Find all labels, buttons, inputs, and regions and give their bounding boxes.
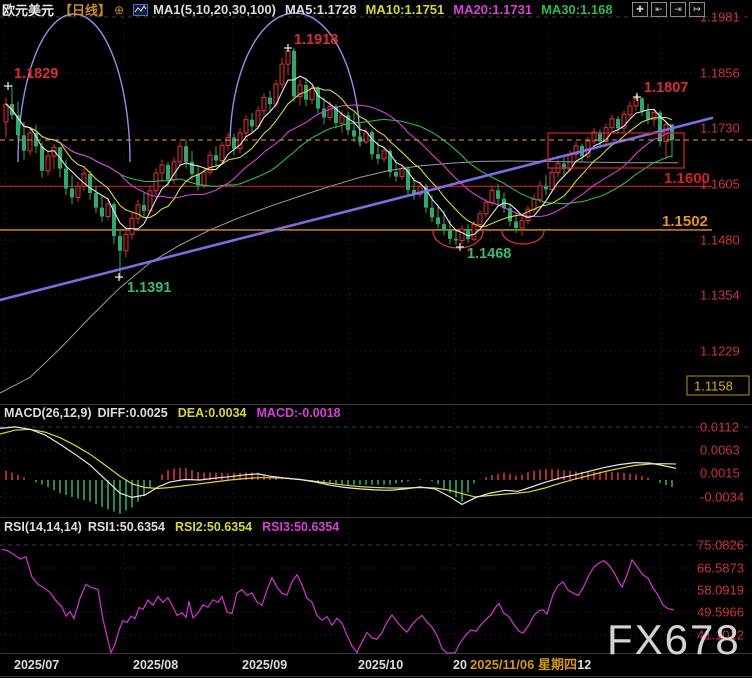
candlestick-chart-icon[interactable] xyxy=(133,4,148,16)
high-price-label: 1.1918 xyxy=(294,32,338,48)
high-price-label: 1.1829 xyxy=(14,66,58,82)
ma5-value: MA5:1.1728 xyxy=(285,2,357,17)
rsi3-value: RSI3:50.6354 xyxy=(262,520,339,534)
circle-plus-icon[interactable]: ⊕ xyxy=(114,3,124,17)
price-axis-tick: 1.1229 xyxy=(700,344,740,359)
price-axis-layer: 1.1981 1.1856 1.1730 1.1605 1.1480 1.1354 1.12… xyxy=(687,10,749,643)
macd-value: MACD:-0.0018 xyxy=(257,406,341,420)
rsi-axis-tick: 75.0826 xyxy=(697,538,744,553)
price-axis-tick: 1.1605 xyxy=(700,177,740,192)
ma30-value: MA30:1.168 xyxy=(541,2,613,17)
low-price-label: 1.1468 xyxy=(467,246,511,262)
macd-axis-tick: 0.0015 xyxy=(700,466,740,481)
x-axis-month-label: 2025/10 xyxy=(358,658,403,672)
grid-layer xyxy=(0,17,752,677)
rsi-axis-tick: 66.5873 xyxy=(697,561,744,576)
x-axis-month-label: 2025/07 xyxy=(14,658,59,672)
x-axis-month-label: 2025/08 xyxy=(133,658,178,672)
price-axis-tick: 1.1730 xyxy=(700,121,740,136)
macd-diff-value: DIFF:0.0025 xyxy=(98,406,168,420)
price-chart-canvas[interactable]: 1.18291.19181.18071.13911.14681.16001.15… xyxy=(0,0,752,678)
low-price-label: 1.1391 xyxy=(127,280,171,296)
macd-axis-tick: 0.0112 xyxy=(700,420,739,435)
rsi-axis-tick: 58.0919 xyxy=(697,583,744,598)
price-axis-tick: 1.1354 xyxy=(700,288,740,303)
macd-title: MACD(26,12,9) xyxy=(4,406,92,420)
price-axis-tick: 1.1856 xyxy=(700,66,740,81)
chart-window: 1.18291.19181.18071.13911.14681.16001.15… xyxy=(0,0,752,678)
watermark: FX678 xyxy=(607,616,741,663)
ma-lines-layer xyxy=(0,76,678,393)
scale-anchor-price-label: 1.1158 xyxy=(694,379,733,394)
price-axis-tick: 1.1981 xyxy=(700,10,740,25)
x-axis-layer: 2025/072025/082025/092025/102025/112025/… xyxy=(14,655,591,673)
scroll-right-icon[interactable]: ⇥ xyxy=(670,2,686,17)
macd-panel-header: MACD(26,12,9) DIFF:0.0025 DEA:0.0034 MAC… xyxy=(4,406,341,420)
high-price-label: 1.1807 xyxy=(644,80,688,96)
ma10-value: MA10:1.1751 xyxy=(366,2,445,17)
macd-axis-tick: -0.0034 xyxy=(700,490,744,505)
support-line-label: 1.1502 xyxy=(662,213,708,230)
drawn-arcs-layer xyxy=(18,13,544,248)
x-axis-month-label: 2025/09 xyxy=(242,658,287,672)
symbol-name: 欧元美元 xyxy=(2,0,54,19)
rsi-title: RSI(14,14,14) xyxy=(4,520,82,534)
macd-axis-tick: 0.0063 xyxy=(700,443,740,458)
rsi-panel-header: RSI(14,14,14) RSI1:50.6354 RSI2:50.6354 … xyxy=(4,520,339,534)
macd-dea-value: DEA:0.0034 xyxy=(178,406,247,420)
price-axis-tick: 1.1480 xyxy=(700,233,740,248)
macd-panel-layer xyxy=(0,427,676,514)
fit-x-axis-icon[interactable]: ⇤ xyxy=(651,2,667,17)
go-latest-icon[interactable]: ↦ xyxy=(689,2,705,17)
chart-toolbar: ✚ ⇤ ⇥ ↦ xyxy=(632,2,705,17)
timeframe-label[interactable]: 【日线】 xyxy=(59,0,111,19)
rsi2-value: RSI2:50.6354 xyxy=(175,520,252,534)
pan-icon[interactable]: ✚ xyxy=(632,2,648,17)
rsi-panel-layer xyxy=(2,549,674,653)
date-crosshair-tooltip: 2025/11/06 星期四 xyxy=(470,657,577,672)
chart-header: 欧元美元 【日线】 ⊕ MA1(5,10,20,30,100) MA5:1.17… xyxy=(2,1,613,18)
rsi1-value: RSI1:50.6354 xyxy=(88,520,165,534)
ma20-value: MA20:1.1731 xyxy=(453,2,532,17)
ma-group-label: MA1(5,10,20,30,100) xyxy=(153,2,276,17)
